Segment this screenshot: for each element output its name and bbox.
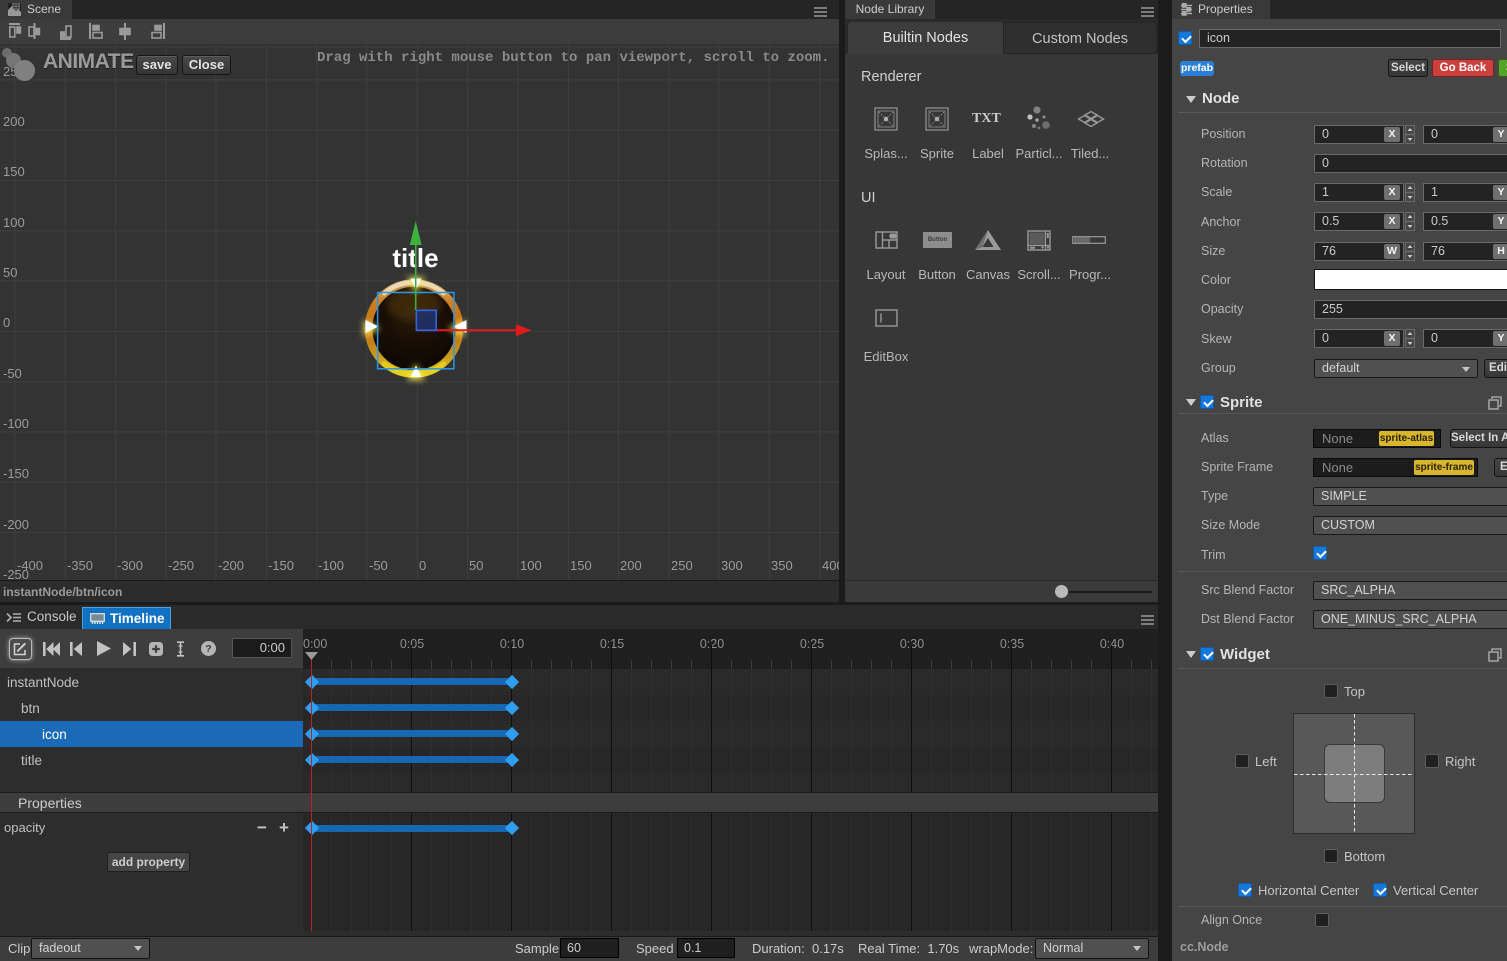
svg-text:?: ?	[205, 643, 211, 655]
